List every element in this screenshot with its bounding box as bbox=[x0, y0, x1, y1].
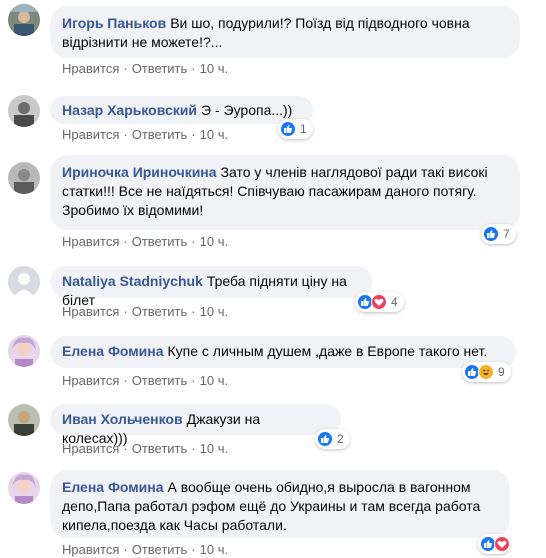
separator: · bbox=[123, 61, 128, 76]
user-avatar[interactable] bbox=[8, 162, 40, 194]
reactions-badge[interactable]: 2 bbox=[315, 429, 350, 449]
like-link[interactable]: Нравится bbox=[62, 441, 119, 456]
separator: · bbox=[123, 441, 128, 456]
separator: · bbox=[191, 373, 196, 388]
reply-link[interactable]: Ответить bbox=[132, 234, 188, 249]
comment-author[interactable]: Елена Фомина bbox=[62, 479, 164, 495]
like-link[interactable]: Нравится bbox=[62, 304, 119, 319]
reactions-badge[interactable] bbox=[478, 534, 510, 554]
comment-time[interactable]: 10 ч. bbox=[200, 234, 228, 249]
reactions-badge[interactable]: 4 bbox=[355, 292, 404, 312]
user-avatar[interactable] bbox=[8, 472, 40, 504]
reaction-count: 4 bbox=[391, 295, 398, 309]
comment-time[interactable]: 10 ч. bbox=[200, 61, 228, 76]
separator: · bbox=[123, 542, 128, 557]
like-link[interactable]: Нравится bbox=[62, 234, 119, 249]
reaction-count: 1 bbox=[300, 122, 307, 136]
reaction-count: 7 bbox=[503, 227, 510, 241]
reply-link[interactable]: Ответить bbox=[132, 542, 188, 557]
separator: · bbox=[191, 61, 196, 76]
like-reaction-icon bbox=[317, 431, 333, 447]
user-avatar[interactable] bbox=[8, 404, 40, 436]
comment-text: Э - Эуропа...)) bbox=[201, 102, 293, 118]
comment-author[interactable]: Елена Фомина bbox=[62, 343, 164, 359]
comment-actions: Нравится · Ответить · 10 ч. bbox=[62, 127, 228, 142]
comment-actions: Нравится · Ответить · 10 ч. bbox=[62, 61, 228, 76]
comment-time[interactable]: 10 ч. bbox=[200, 304, 228, 319]
comment-actions: Нравится · Ответить · 10 ч. bbox=[62, 304, 228, 319]
comment-actions: Нравится · Ответить · 10 ч. bbox=[62, 234, 228, 249]
separator: · bbox=[191, 542, 196, 557]
user-avatar[interactable] bbox=[8, 335, 40, 367]
comment-bubble: Иван Хольченков Джакузи на колесах))) bbox=[50, 404, 341, 446]
reply-link[interactable]: Ответить bbox=[132, 127, 188, 142]
reply-link[interactable]: Ответить bbox=[132, 304, 188, 319]
comment-author[interactable]: Назар Харьковский bbox=[62, 102, 197, 118]
reactions-badge[interactable]: 7 bbox=[481, 224, 516, 244]
comment-time[interactable]: 10 ч. bbox=[200, 373, 228, 388]
user-avatar[interactable] bbox=[8, 95, 40, 127]
comment-time[interactable]: 10 ч. bbox=[200, 127, 228, 142]
reactions-badge[interactable]: 1 bbox=[278, 119, 313, 139]
separator: · bbox=[191, 234, 196, 249]
separator: · bbox=[191, 127, 196, 142]
comment-author[interactable]: Ириночка Ириночкина bbox=[62, 164, 217, 180]
love-reaction-icon bbox=[494, 536, 510, 552]
separator: · bbox=[123, 127, 128, 142]
comment-text: Купе с личным душем ,даже в Европе таког… bbox=[167, 343, 488, 359]
separator: · bbox=[191, 441, 196, 456]
comment-actions: Нравится · Ответить · 10 ч. bbox=[62, 441, 228, 456]
like-link[interactable]: Нравится bbox=[62, 127, 119, 142]
comment-bubble: Елена Фомина Купе с личным душем ,даже в … bbox=[50, 336, 516, 368]
comment-actions: Нравится · Ответить · 10 ч. bbox=[62, 373, 228, 388]
comment-actions: Нравится · Ответить · 10 ч. bbox=[62, 542, 228, 557]
comment-bubble: Игорь Паньков Ви шо, подурили!? Поїзд від… bbox=[50, 6, 520, 58]
separator: · bbox=[123, 234, 128, 249]
reaction-count: 2 bbox=[337, 432, 344, 446]
user-avatar[interactable] bbox=[8, 4, 40, 36]
comment-time[interactable]: 10 ч. bbox=[200, 542, 228, 557]
reaction-count: 9 bbox=[498, 365, 505, 379]
comment-bubble: Nataliya Stadniychuk Треба підняти ціну н… bbox=[50, 266, 372, 308]
comment-time[interactable]: 10 ч. bbox=[200, 441, 228, 456]
comment-author[interactable]: Иван Хольченков bbox=[62, 411, 183, 427]
comment-bubble: Ириночка Ириночкина Зато у членів наглядо… bbox=[50, 155, 520, 230]
comment-bubble: Назар Харьковский Э - Эуропа...)) bbox=[50, 96, 313, 124]
like-reaction-icon bbox=[280, 121, 296, 137]
reactions-badge[interactable]: 9 bbox=[462, 362, 511, 382]
user-avatar[interactable] bbox=[8, 266, 40, 298]
like-link[interactable]: Нравится bbox=[62, 61, 119, 76]
separator: · bbox=[123, 373, 128, 388]
separator: · bbox=[123, 304, 128, 319]
reply-link[interactable]: Ответить bbox=[132, 61, 188, 76]
haha-reaction-icon bbox=[478, 364, 494, 380]
separator: · bbox=[191, 304, 196, 319]
comment-bubble: Елена Фомина А вообще очень обидно,я выро… bbox=[50, 470, 510, 538]
comment-author[interactable]: Nataliya Stadniychuk bbox=[62, 273, 203, 289]
like-reaction-icon bbox=[483, 226, 499, 242]
like-link[interactable]: Нравится bbox=[62, 373, 119, 388]
love-reaction-icon bbox=[371, 294, 387, 310]
comment-author[interactable]: Игорь Паньков bbox=[62, 15, 166, 31]
like-link[interactable]: Нравится bbox=[62, 542, 119, 557]
reply-link[interactable]: Ответить bbox=[132, 441, 188, 456]
reply-link[interactable]: Ответить bbox=[132, 373, 188, 388]
